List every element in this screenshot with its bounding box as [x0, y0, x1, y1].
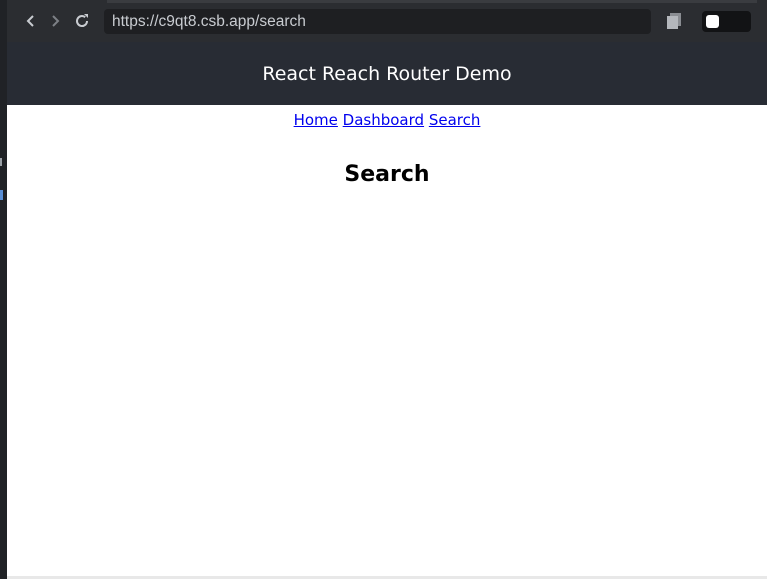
browser-toolbar: https://c9qt8.csb.app/search	[7, 0, 767, 42]
reload-icon	[76, 14, 89, 27]
nav-links: Home Dashboard Search	[7, 111, 767, 129]
nav-link-search[interactable]: Search	[429, 111, 481, 129]
toggle-knob	[706, 15, 719, 28]
back-icon	[26, 15, 34, 27]
copy-button[interactable]	[664, 11, 684, 31]
page-title: Search	[344, 162, 430, 187]
edge-marker	[0, 158, 2, 166]
theme-toggle[interactable]	[702, 11, 751, 32]
app-title: React Reach Router Demo	[262, 62, 512, 85]
url-text: https://c9qt8.csb.app/search	[112, 13, 306, 30]
left-panel-edge	[0, 0, 7, 579]
reload-button[interactable]	[72, 11, 92, 31]
back-button[interactable]	[21, 11, 41, 31]
edge-marker-accent	[0, 190, 3, 200]
copy-icon	[667, 13, 681, 29]
app-header: React Reach Router Demo	[7, 42, 767, 105]
forward-icon	[52, 15, 60, 27]
forward-button[interactable]	[45, 11, 65, 31]
toolbar-top-edge	[107, 0, 757, 3]
page-content: Home Dashboard Search Search	[7, 105, 767, 576]
address-bar[interactable]: https://c9qt8.csb.app/search	[104, 9, 651, 34]
nav-link-home[interactable]: Home	[294, 111, 338, 129]
nav-link-dashboard[interactable]: Dashboard	[343, 111, 424, 129]
